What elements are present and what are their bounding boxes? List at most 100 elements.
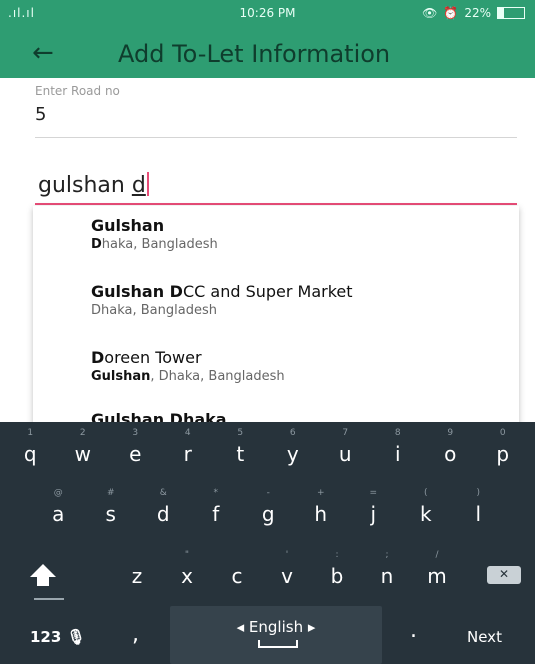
key-hint: ; <box>385 550 389 560</box>
space-bar-icon <box>258 640 298 648</box>
backspace-icon[interactable]: ✕ <box>487 566 521 584</box>
key-g[interactable]: -g <box>242 488 295 544</box>
status-right: 👁 ⏰ 22% <box>422 6 525 20</box>
comma-key[interactable]: , <box>132 622 139 647</box>
key-m[interactable]: / m <box>412 550 462 606</box>
key-j[interactable]: = j <box>347 488 400 544</box>
road-number-input[interactable]: 5 <box>35 104 46 125</box>
key-u[interactable]: 7u <box>319 428 372 484</box>
key-char: f <box>212 502 220 526</box>
key-char: h <box>314 502 328 526</box>
key-hint: " <box>184 550 190 560</box>
numbers-key[interactable]: 123 🎙 <box>30 628 86 646</box>
key-char: b <box>330 564 344 588</box>
key-hint: @ <box>53 488 63 498</box>
key-char: o <box>444 442 457 466</box>
suggestion-item[interactable]: Doreen Tower Gulshan, Dhaka, Bangladesh <box>91 348 285 384</box>
key-char: c <box>231 564 243 588</box>
shift-indicator <box>34 598 64 600</box>
key-y[interactable]: 6y <box>267 428 320 484</box>
key-hint: 2 <box>79 428 86 438</box>
key-n[interactable]: ; n <box>362 550 412 606</box>
search-value-typed: d <box>131 173 146 198</box>
key-char: w <box>74 442 91 466</box>
key-char: v <box>281 564 293 588</box>
key-hint: 3 <box>132 428 139 438</box>
text-cursor <box>146 172 149 196</box>
suggestion-item[interactable]: Gulshan DCC and Super Market Dhaka, Bang… <box>91 282 353 318</box>
key-s[interactable]: # s <box>85 488 138 544</box>
key-char: z <box>131 564 143 588</box>
key-char: j <box>370 502 377 526</box>
back-arrow-icon[interactable]: ← <box>32 40 54 66</box>
suggestion-sub-bold: Gulshan <box>91 369 151 384</box>
key-x[interactable]: " x <box>162 550 212 606</box>
key-h[interactable]: + h <box>295 488 348 544</box>
suggestion-sub-bold: D <box>91 237 102 252</box>
suggestion-title-bold: Gulshan D <box>91 282 183 301</box>
key-e[interactable]: 3e <box>109 428 162 484</box>
key-char: q <box>23 442 37 466</box>
key-d[interactable]: & d <box>137 488 190 544</box>
key-hint: ( <box>423 488 428 498</box>
key-hint: & <box>159 488 167 498</box>
key-char: e <box>129 442 142 466</box>
key-o[interactable]: 9o <box>424 428 477 484</box>
key-b[interactable]: :b <box>312 550 362 606</box>
key-i[interactable]: 8i <box>372 428 425 484</box>
key-r[interactable]: 4r <box>162 428 215 484</box>
key-q[interactable]: 1q <box>4 428 57 484</box>
key-char: g <box>261 502 275 526</box>
page-title: Add To-Let Information <box>118 40 391 68</box>
key-z[interactable]: z <box>112 550 162 606</box>
road-field-underline <box>35 137 517 138</box>
key-a[interactable]: @ a <box>32 488 85 544</box>
key-char: r <box>183 442 192 466</box>
eye-icon: 👁 <box>422 6 438 20</box>
key-f[interactable]: * f <box>190 488 243 544</box>
key-hint: 1 <box>27 428 34 438</box>
space-key-label: ◂ English ▸ <box>236 618 316 636</box>
key-char: m <box>427 564 447 588</box>
key-p[interactable]: 0p <box>477 428 530 484</box>
period-key[interactable]: . <box>410 618 417 643</box>
app-bar: ← Add To-Let Information <box>0 30 535 78</box>
search-field-underline <box>35 203 517 205</box>
status-bar: .ıl.ıl 10:26 PM 👁 ⏰ 22% <box>0 0 535 30</box>
key-char: a <box>52 502 65 526</box>
next-key[interactable]: Next <box>467 628 502 646</box>
suggestions-dropdown: Gulshan Dhaka, Bangladesh Gulshan DCC an… <box>33 206 519 426</box>
key-hint: / <box>435 550 439 560</box>
key-char: l <box>475 502 482 526</box>
key-hint: 9 <box>447 428 454 438</box>
key-l[interactable]: ) l <box>452 488 505 544</box>
key-hint: + <box>316 488 325 498</box>
suggestion-item[interactable]: Gulshan Dhaka, Bangladesh <box>91 216 218 252</box>
key-hint: 0 <box>499 428 506 438</box>
key-char: t <box>236 442 245 466</box>
road-field-label: Enter Road no <box>35 84 120 98</box>
key-k[interactable]: (k <box>400 488 453 544</box>
space-key[interactable]: ◂ English ▸ <box>170 606 382 664</box>
key-hint: 4 <box>184 428 191 438</box>
key-hint: = <box>369 488 378 498</box>
keyboard-row-3: z " x c ' v: b; n / m <box>0 550 535 610</box>
suggestion-title-bold: Gulshan <box>91 216 165 235</box>
location-search-input[interactable]: gulshan d <box>38 172 149 198</box>
search-value-prefix: gulshan <box>38 173 132 198</box>
key-hint: : <box>335 550 339 560</box>
key-t[interactable]: 5t <box>214 428 267 484</box>
key-v[interactable]: ' v <box>262 550 312 606</box>
battery-percent: 22% <box>464 6 491 20</box>
keyboard-row-2: @ a # s & d * f - g + h = j(k) l <box>0 488 535 548</box>
key-char: i <box>394 442 401 466</box>
shift-icon[interactable] <box>28 562 58 588</box>
soft-keyboard: 1q2w3e4r5t6y7u8i9o0p @ a # s & d * f - g + h = j(k) l … <box>0 422 535 664</box>
key-w[interactable]: 2w <box>57 428 110 484</box>
key-hint: - <box>266 488 270 498</box>
key-hint: 8 <box>394 428 401 438</box>
key-char: k <box>419 502 432 526</box>
key-hint: 6 <box>289 428 296 438</box>
key-c[interactable]: c <box>212 550 262 606</box>
key-hint: 5 <box>237 428 244 438</box>
